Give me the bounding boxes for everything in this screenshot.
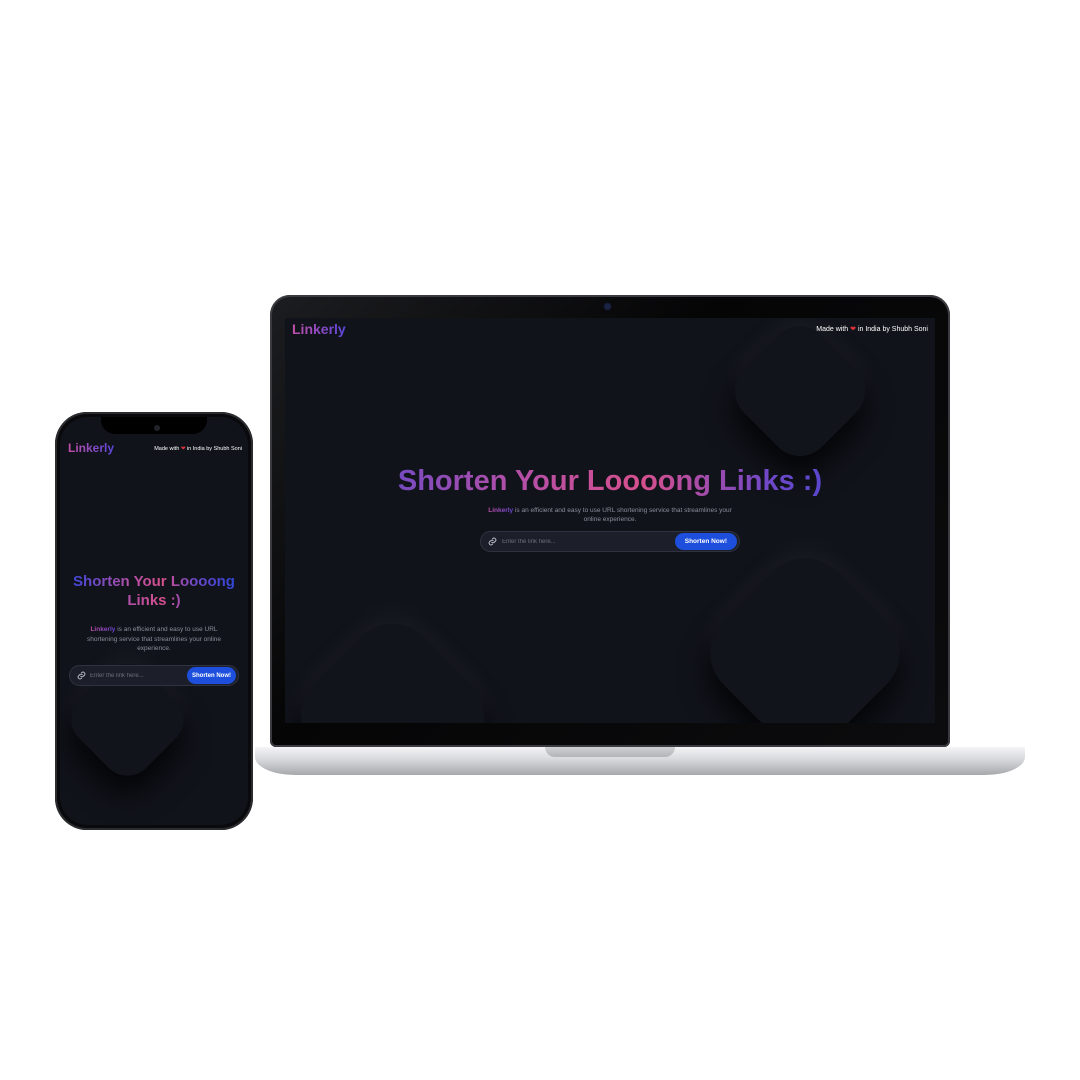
hero-description: Linkerly is an efficient and easy to use… (76, 625, 232, 654)
shorten-form: Shorten Now! (69, 665, 239, 686)
shorten-form: Shorten Now! (480, 531, 740, 552)
description-brand: Linkerly (90, 626, 116, 633)
link-input[interactable] (502, 538, 675, 545)
logo[interactable]: Linkerly (292, 321, 346, 337)
phone-camera (154, 425, 160, 431)
shorten-button[interactable]: Shorten Now! (674, 533, 737, 550)
credit-text: Made with ❤ in India by Shubh Soni (154, 446, 242, 452)
description-text: is an efficient and easy to use URL shor… (514, 507, 732, 523)
laptop-camera (605, 304, 610, 309)
hero-title: Shorten Your Loooong Links :) (285, 464, 935, 498)
phone-screen: Linkerly Made with ❤ in India by Shubh S… (60, 417, 248, 825)
heart-icon: ❤ (850, 326, 856, 333)
hero-title: Shorten Your Loooong Links :) (73, 573, 235, 609)
decorative-shape (285, 605, 503, 723)
laptop-base (255, 747, 1025, 775)
link-input[interactable] (90, 672, 187, 679)
credit-suffix: in India by Shubh Soni (186, 446, 242, 452)
decorative-shape (722, 318, 878, 469)
laptop-screen: Linkerly Made with ❤ in India by Shubh S… (285, 318, 935, 723)
credit-text: Made with ❤ in India by Shubh Soni (816, 325, 928, 333)
decorative-shape (691, 539, 919, 723)
credit-prefix: Made with (816, 326, 849, 333)
laptop-mockup: Linkerly Made with ❤ in India by Shubh S… (270, 295, 950, 747)
link-icon (76, 671, 86, 681)
shorten-button[interactable]: Shorten Now! (187, 667, 236, 684)
hero-description: Linkerly is an efficient and easy to use… (480, 506, 740, 524)
credit-prefix: Made with (154, 446, 180, 452)
phone-mockup: Linkerly Made with ❤ in India by Shubh S… (55, 412, 253, 830)
description-brand: Linkerly (488, 507, 514, 514)
logo[interactable]: Linkerly (68, 441, 114, 455)
heart-icon: ❤ (180, 446, 186, 452)
laptop-notch (545, 747, 675, 757)
credit-suffix: in India by Shubh Soni (857, 326, 928, 333)
link-icon (487, 537, 497, 547)
